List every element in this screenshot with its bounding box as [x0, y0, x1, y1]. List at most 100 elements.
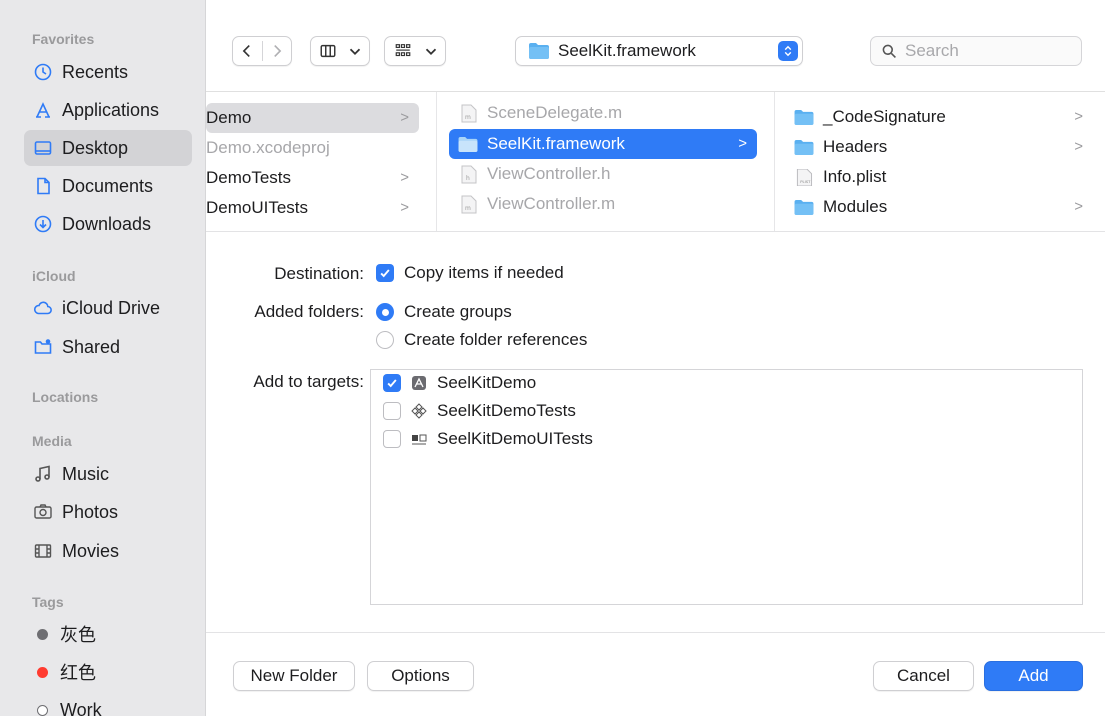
- svg-text:h: h: [466, 175, 470, 182]
- target-row-seelkitdemo[interactable]: SeelKitDemo: [383, 373, 536, 393]
- sidebar-item-label: Downloads: [62, 213, 152, 234]
- added-folders-label: Added folders:: [254, 302, 364, 321]
- document-icon: [32, 175, 54, 197]
- sidebar-item-documents[interactable]: Documents: [24, 168, 192, 204]
- row-label: ViewController.m: [487, 194, 616, 213]
- cloud-icon: [32, 297, 54, 319]
- browser-row-demotests[interactable]: DemoTests >: [206, 163, 419, 193]
- grid-icon: [385, 37, 421, 65]
- chevron-left-icon: [242, 45, 251, 57]
- create-groups-radio[interactable]: Create groups: [376, 302, 512, 322]
- row-label: _CodeSignature: [823, 107, 946, 126]
- search-field[interactable]: Search: [870, 36, 1082, 66]
- copy-items-checkbox[interactable]: Copy items if needed: [376, 263, 564, 283]
- sidebar-tag-gray[interactable]: 灰色: [24, 616, 192, 652]
- search-placeholder: Search: [905, 41, 959, 60]
- browser-row-scenedelegate-m[interactable]: m SceneDelegate.m: [449, 98, 757, 128]
- tag-dot-icon: [37, 628, 48, 640]
- music-icon: [32, 463, 54, 485]
- sidebar-section-icloud: iCloud: [32, 268, 76, 284]
- sidebar-item-photos[interactable]: Photos: [24, 494, 192, 530]
- sidebar-item-label: Recents: [62, 61, 129, 82]
- add-to-targets-label: Add to targets:: [253, 372, 364, 391]
- sidebar-item-label: Desktop: [62, 137, 129, 158]
- shared-folder-icon: [32, 336, 54, 358]
- sidebar-item-label: iCloud Drive: [62, 297, 161, 318]
- browser-column-2: m SceneDelegate.m SeelKit.framework > h …: [437, 92, 775, 231]
- cancel-button[interactable]: Cancel: [873, 661, 974, 691]
- add-button[interactable]: Add: [984, 661, 1083, 691]
- folder-icon: [794, 109, 814, 125]
- sidebar-section-tags: Tags: [32, 594, 64, 610]
- create-folder-references-radio[interactable]: Create folder references: [376, 330, 587, 350]
- toolbar: SeelKit.framework Search: [206, 0, 1105, 92]
- sidebar-item-label: Documents: [62, 175, 154, 196]
- browser-row-seelkit-framework[interactable]: SeelKit.framework >: [449, 129, 757, 159]
- browser-row-demo-xcodeproj[interactable]: Demo.xcodeproj: [206, 133, 419, 163]
- sidebar-item-movies[interactable]: Movies: [24, 533, 192, 569]
- browser-row-viewcontroller-h[interactable]: h ViewController.h: [449, 159, 757, 189]
- applications-icon: [32, 99, 54, 121]
- chevron-right-icon: [273, 45, 282, 57]
- row-label: DemoUITests: [206, 198, 309, 217]
- view-mode-button[interactable]: [310, 36, 370, 66]
- sidebar-item-label: Music: [62, 463, 110, 484]
- options-button[interactable]: Options: [367, 661, 474, 691]
- chevron-right-icon: >: [738, 135, 747, 152]
- sidebar-item-label: Photos: [62, 501, 119, 522]
- row-label: Demo: [206, 108, 252, 127]
- row-label: DemoTests: [206, 168, 292, 187]
- column-browser: Demo > Demo.xcodeproj DemoTests > DemoUI…: [206, 92, 1105, 232]
- sidebar-item-shared[interactable]: Shared: [24, 329, 192, 365]
- sidebar-item-downloads[interactable]: Downloads: [24, 206, 192, 242]
- browser-row-demouitests[interactable]: DemoUITests >: [206, 193, 419, 223]
- sidebar: Favorites Recents Applications Desktop D…: [0, 0, 206, 716]
- sidebar-section-media: Media: [32, 433, 72, 449]
- app-target-icon: [412, 376, 426, 390]
- chevron-right-icon: >: [1074, 108, 1083, 125]
- columns-view-icon: [311, 37, 345, 65]
- browser-row-headers[interactable]: Headers >: [793, 132, 1093, 162]
- test-target-icon: [411, 403, 427, 419]
- chevron-right-icon: >: [1074, 138, 1083, 155]
- sidebar-item-label: Work: [60, 699, 102, 716]
- target-row-seelkitdemotests[interactable]: SeelKitDemoTests: [383, 401, 576, 421]
- location-popup[interactable]: SeelKit.framework: [515, 36, 803, 66]
- sidebar-item-music[interactable]: Music: [24, 456, 192, 492]
- new-folder-button[interactable]: New Folder: [233, 661, 355, 691]
- forward-button[interactable]: [263, 37, 292, 65]
- target-row-seelkitdemouitests[interactable]: SeelKitDemoUITests: [383, 429, 593, 449]
- source-file-icon: m: [461, 104, 477, 122]
- row-label: Demo.xcodeproj: [206, 138, 330, 157]
- sidebar-item-desktop[interactable]: Desktop: [24, 130, 192, 166]
- browser-row-viewcontroller-m[interactable]: m ViewController.m: [449, 189, 757, 219]
- browser-row-codesignature[interactable]: _CodeSignature >: [793, 102, 1093, 132]
- checkbox-unchecked-icon: [383, 402, 401, 420]
- group-by-button[interactable]: [384, 36, 446, 66]
- sidebar-section-favorites: Favorites: [32, 31, 95, 47]
- sidebar-tag-red[interactable]: 红色: [24, 654, 192, 690]
- back-button[interactable]: [233, 37, 262, 65]
- film-icon: [32, 540, 54, 562]
- sidebar-item-applications[interactable]: Applications: [24, 92, 192, 128]
- folder-icon: [794, 199, 814, 215]
- browser-row-modules[interactable]: Modules >: [793, 192, 1093, 222]
- updown-chevron-icon: [778, 41, 798, 61]
- svg-text:m: m: [465, 114, 471, 121]
- browser-row-info-plist[interactable]: PLIST Info.plist: [793, 162, 1093, 192]
- row-label: SceneDelegate.m: [487, 103, 623, 122]
- add-options-panel: Destination: Copy items if needed Added …: [206, 232, 1105, 632]
- ui-test-target-icon: [412, 434, 427, 445]
- sidebar-item-recents[interactable]: Recents: [24, 54, 192, 90]
- sidebar-tag-work[interactable]: Work: [24, 692, 192, 716]
- targets-list: SeelKitDemo SeelKitDemoTests SeelKitDemo…: [370, 369, 1083, 605]
- chevron-right-icon: >: [400, 109, 409, 126]
- sidebar-item-label: Applications: [62, 99, 160, 120]
- checkbox-unchecked-icon: [383, 430, 401, 448]
- sidebar-item-icloud-drive[interactable]: iCloud Drive: [24, 290, 192, 326]
- tag-dot-icon: [37, 704, 48, 716]
- sidebar-item-label: 灰色: [60, 625, 96, 645]
- chevron-down-icon: [345, 37, 365, 65]
- folder-icon: [529, 43, 549, 59]
- browser-row-demo[interactable]: Demo >: [206, 103, 419, 133]
